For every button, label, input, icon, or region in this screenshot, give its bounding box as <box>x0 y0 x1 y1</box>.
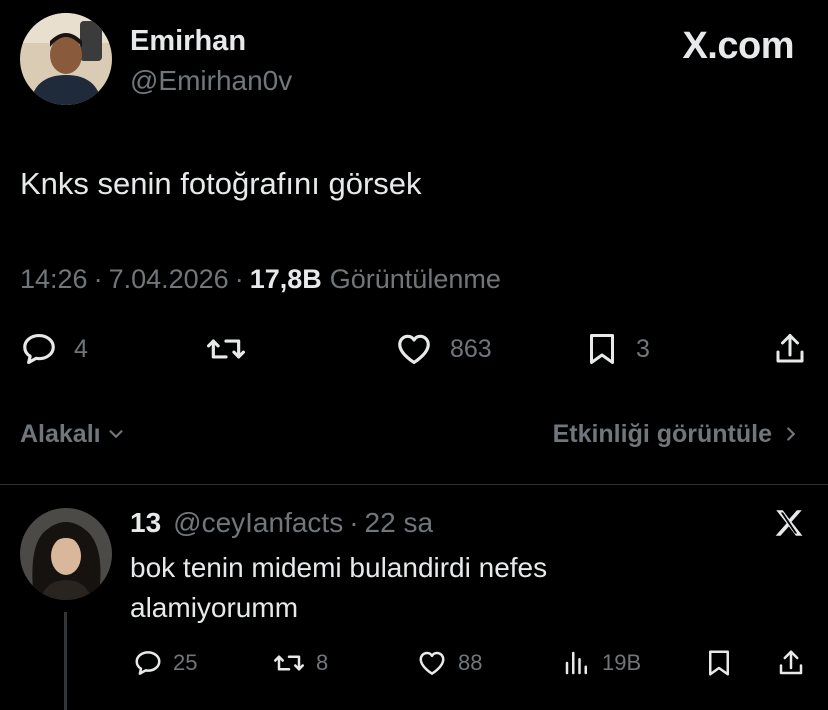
reply-bookmark-button[interactable] <box>704 648 734 678</box>
like-count: 863 <box>450 334 492 363</box>
heart-icon <box>419 651 445 675</box>
bookmark-count: 3 <box>636 334 650 363</box>
reply-views-button[interactable]: 19B <box>562 648 641 678</box>
meta-separator: · <box>234 264 244 294</box>
share-upload-icon <box>779 650 803 675</box>
tweet-time[interactable]: 14:26 <box>20 262 88 296</box>
reply-reply-count: 25 <box>173 650 198 675</box>
tweet-meta: 14:26 · 7.04.2026 · 17,8B Görüntülenme <box>20 262 501 296</box>
activity-label: Etkinliği görüntüle <box>552 420 772 448</box>
x-logo-icon <box>775 510 803 536</box>
reply-time[interactable]: 22 sa <box>365 506 434 540</box>
repost-button[interactable] <box>204 330 248 368</box>
reply-reply-button[interactable]: 25 <box>133 648 197 678</box>
like-button[interactable]: 863 <box>394 330 492 368</box>
speech-bubble-icon <box>23 333 55 365</box>
thread-connector <box>64 612 67 710</box>
view-activity-link[interactable]: Etkinliği görüntüle <box>553 418 802 450</box>
author-avatar[interactable] <box>20 13 112 105</box>
bookmark-icon <box>709 650 729 676</box>
speech-bubble-icon <box>135 651 161 675</box>
reply-share-button[interactable] <box>776 648 806 678</box>
reply-repost-button[interactable]: 8 <box>272 648 328 678</box>
repost-arrows-icon <box>274 655 304 671</box>
reply-header: 13 @ceyIanfacts · 22 sa <box>130 506 433 540</box>
bookmark-button[interactable]: 3 <box>584 330 650 368</box>
views-label: Görüntülenme <box>329 264 501 294</box>
chevron-right-icon <box>787 427 796 441</box>
tweet-text: Knks senin fotoğrafını görsek <box>20 166 422 201</box>
reply-like-button[interactable]: 88 <box>416 648 482 678</box>
bar-chart-icon <box>565 651 587 675</box>
reply-repost-count: 8 <box>316 650 329 675</box>
views-count: 17,8B <box>249 264 322 294</box>
heart-icon <box>398 334 430 365</box>
meta-separator: · <box>93 264 103 294</box>
author-handle[interactable]: @Emirhan0v <box>130 64 292 98</box>
reply-author-handle[interactable]: @ceyIanfacts <box>173 506 343 540</box>
divider <box>0 484 828 485</box>
meta-separator: · <box>349 507 359 538</box>
reply-like-count: 88 <box>458 650 483 675</box>
share-button[interactable] <box>772 330 808 368</box>
author-name[interactable]: Emirhan <box>130 24 246 58</box>
brand-label: X.com <box>682 25 794 67</box>
reply-button[interactable]: 4 <box>20 330 88 368</box>
reply-author-name[interactable]: 13 <box>130 506 161 540</box>
repost-arrows-icon <box>206 339 245 359</box>
sort-dropdown[interactable]: Alakalı <box>20 418 127 450</box>
share-upload-icon <box>776 334 804 363</box>
reply-author-avatar[interactable] <box>20 508 112 600</box>
brand-watermark: X.com <box>682 24 794 68</box>
tweet-date[interactable]: 7.04.2026 <box>109 262 229 296</box>
reply-views-count: 19B <box>602 650 642 675</box>
bookmark-icon <box>590 334 614 364</box>
chevron-down-icon <box>109 430 123 439</box>
reply-count: 4 <box>74 334 88 363</box>
sort-label: Alakalı <box>20 420 101 448</box>
reply-text: bok tenin midemi bulandirdi nefes alamiy… <box>130 552 548 623</box>
